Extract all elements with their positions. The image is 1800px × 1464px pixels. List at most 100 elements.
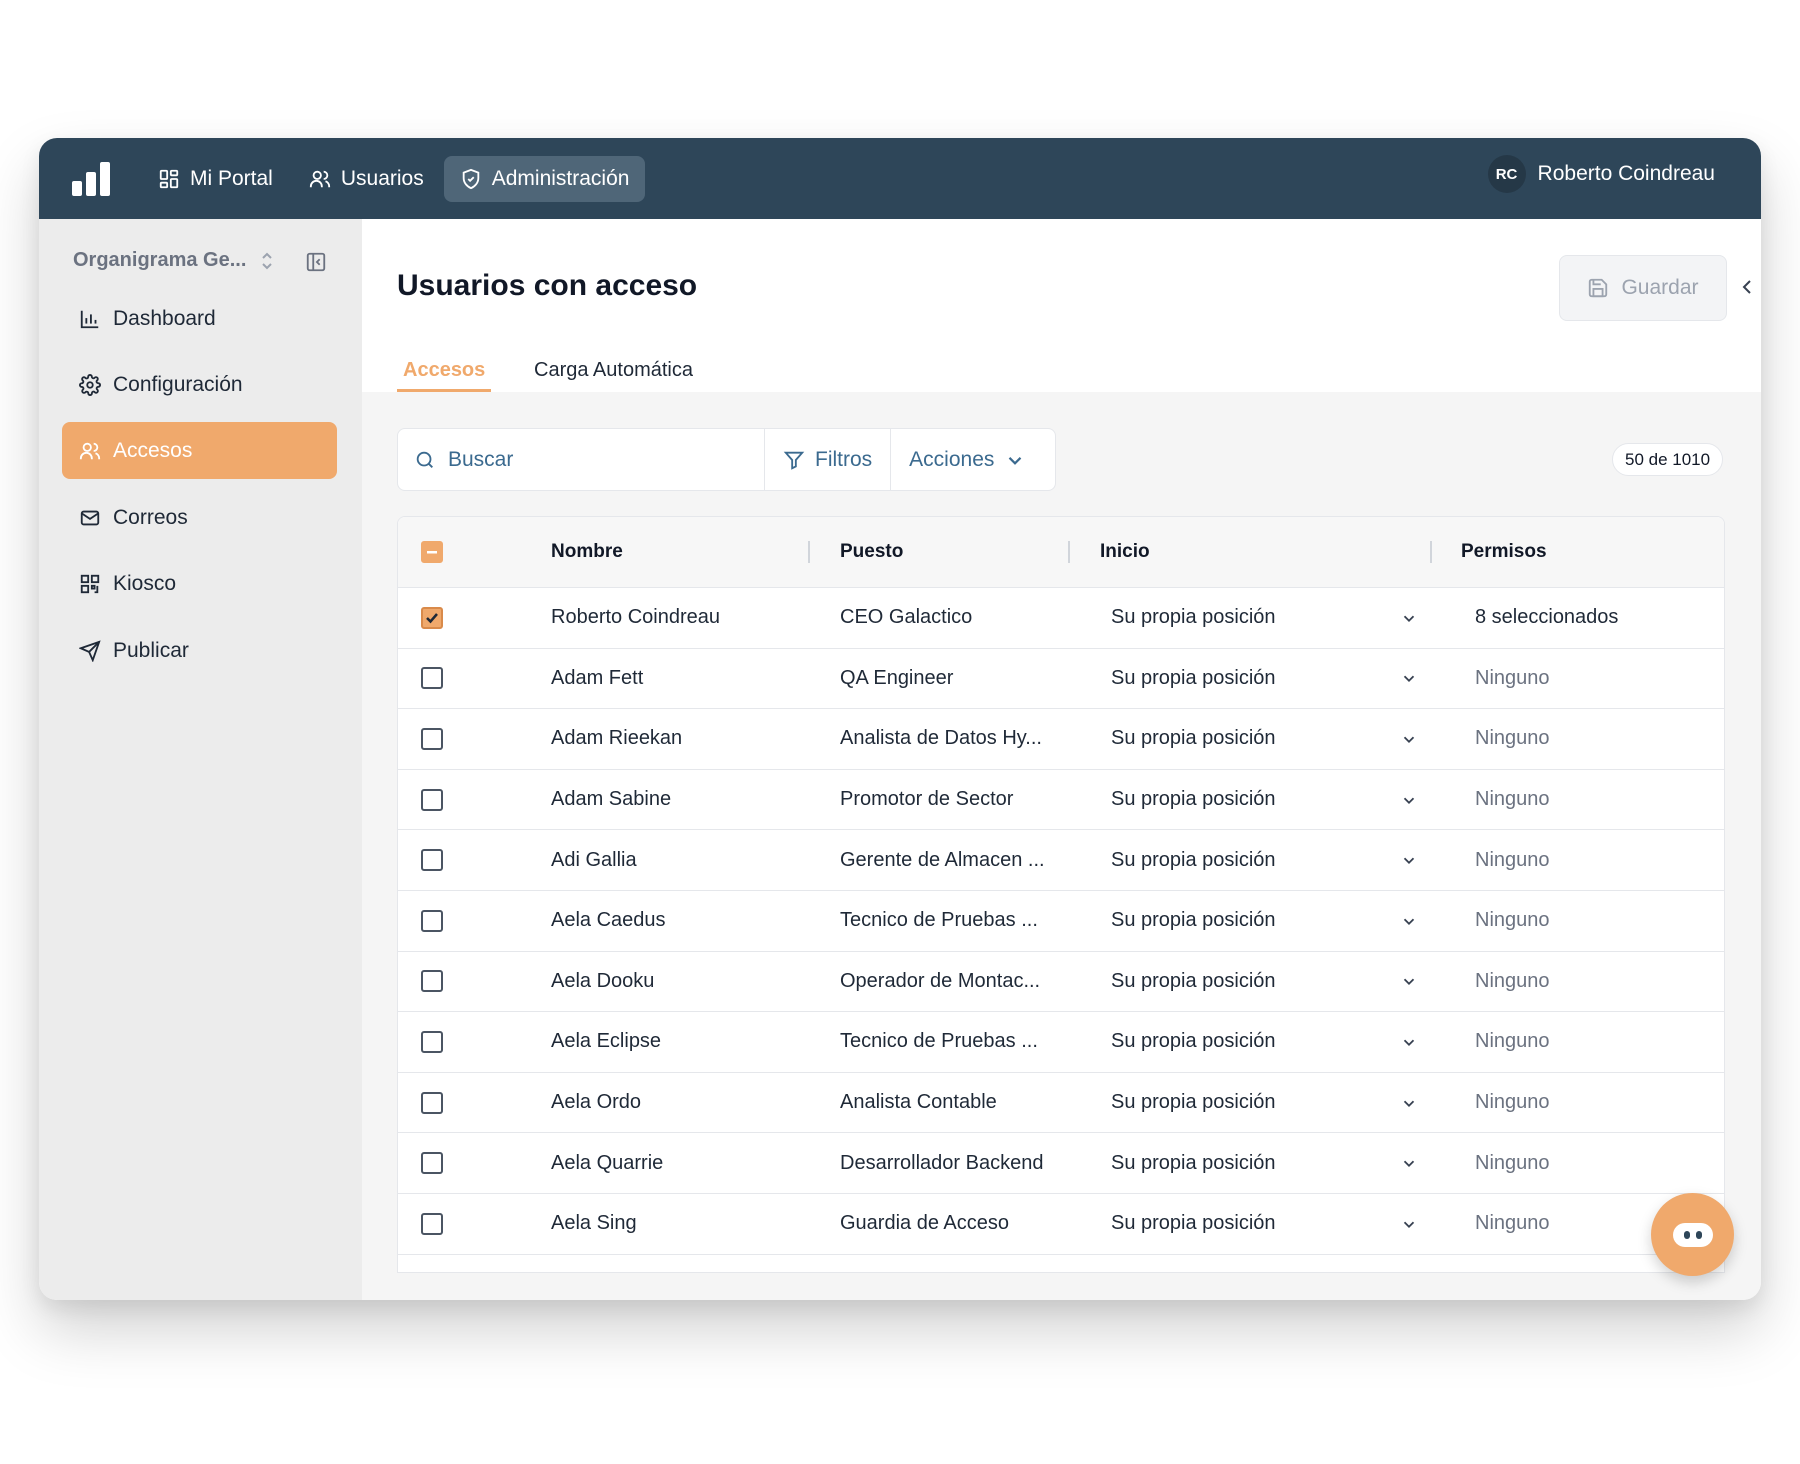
header-inicio[interactable]: Inicio bbox=[1100, 517, 1150, 587]
header-puesto[interactable]: Puesto bbox=[840, 517, 903, 587]
user-menu[interactable]: RC Roberto Coindreau bbox=[1487, 155, 1715, 193]
header-nombre[interactable]: Nombre bbox=[551, 517, 623, 587]
cell-inicio[interactable]: Su propia posición bbox=[1111, 709, 1276, 769]
cell-inicio[interactable]: Su propia posición bbox=[1111, 588, 1276, 648]
cell-permisos[interactable]: Ninguno bbox=[1475, 952, 1550, 1012]
inicio-dropdown-toggle[interactable] bbox=[1400, 1133, 1418, 1193]
row-select-cell bbox=[421, 770, 443, 830]
cell-permisos[interactable]: Ninguno bbox=[1475, 1133, 1550, 1193]
table-row[interactable]: Aela Quarrie Desarrollador Backend Su pr… bbox=[398, 1133, 1724, 1194]
cell-inicio[interactable]: Su propia posición bbox=[1111, 649, 1276, 709]
header-permisos[interactable]: Permisos bbox=[1461, 517, 1547, 587]
cell-inicio[interactable]: Su propia posición bbox=[1111, 1194, 1276, 1254]
row-checkbox[interactable] bbox=[421, 849, 443, 872]
filters-button[interactable]: Filtros bbox=[765, 429, 892, 490]
column-divider[interactable] bbox=[1068, 541, 1070, 563]
table-body: Roberto Coindreau CEO Galactico Su propi… bbox=[398, 588, 1724, 1255]
row-checkbox[interactable] bbox=[421, 788, 443, 811]
row-select-cell bbox=[421, 1012, 443, 1072]
table-row[interactable]: Aela Dooku Operador de Montac... Su prop… bbox=[398, 952, 1724, 1013]
row-checkbox[interactable] bbox=[421, 606, 443, 629]
row-select-cell bbox=[421, 1133, 443, 1193]
cell-nombre: Adam Fett bbox=[551, 666, 644, 689]
filter-icon bbox=[783, 451, 805, 470]
row-checkbox[interactable] bbox=[421, 667, 443, 690]
inicio-dropdown-toggle[interactable] bbox=[1400, 709, 1418, 769]
cell-puesto: Guardia de Acceso bbox=[840, 1212, 1009, 1235]
row-checkbox[interactable] bbox=[421, 1030, 443, 1053]
checkmark-icon bbox=[426, 612, 438, 624]
table-row[interactable]: Aela Sing Guardia de Acceso Su propia po… bbox=[398, 1194, 1724, 1255]
inicio-dropdown-toggle[interactable] bbox=[1400, 770, 1418, 830]
row-checkbox[interactable] bbox=[421, 1091, 443, 1114]
sidebar-item-label: Accesos bbox=[113, 438, 193, 462]
sidebar-item-correos[interactable]: Correos bbox=[62, 489, 337, 546]
cell-permisos[interactable]: Ninguno bbox=[1475, 649, 1550, 709]
table-row[interactable]: Adi Gallia Gerente de Almacen ... Su pro… bbox=[398, 830, 1724, 891]
sidebar-item-accesos[interactable]: Accesos bbox=[62, 422, 337, 479]
row-checkbox[interactable] bbox=[421, 909, 443, 932]
cell-permisos[interactable]: Ninguno bbox=[1475, 1012, 1550, 1072]
gear-icon bbox=[79, 373, 101, 396]
cell-permisos[interactable]: 8 seleccionados bbox=[1475, 588, 1618, 648]
table-row[interactable]: Adam Fett QA Engineer Su propia posición… bbox=[398, 649, 1724, 710]
table-row[interactable]: Roberto Coindreau CEO Galactico Su propi… bbox=[398, 588, 1724, 649]
row-checkbox[interactable] bbox=[421, 727, 443, 750]
cell-inicio[interactable]: Su propia posición bbox=[1111, 1133, 1276, 1193]
cell-inicio[interactable]: Su propia posición bbox=[1111, 952, 1276, 1012]
page-title: Usuarios con acceso bbox=[397, 269, 698, 302]
inicio-dropdown-toggle[interactable] bbox=[1400, 588, 1418, 648]
cell-inicio[interactable]: Su propia posición bbox=[1111, 1012, 1276, 1072]
row-checkbox[interactable] bbox=[421, 1212, 443, 1235]
save-icon bbox=[1589, 278, 1608, 298]
chevron-down-icon bbox=[1403, 615, 1415, 622]
row-checkbox[interactable] bbox=[421, 1152, 443, 1175]
row-checkbox[interactable] bbox=[421, 970, 443, 993]
inicio-dropdown-toggle[interactable] bbox=[1400, 891, 1418, 951]
cell-inicio[interactable]: Su propia posición bbox=[1111, 830, 1276, 890]
tab-accesos[interactable]: Accesos bbox=[397, 359, 492, 392]
cell-permisos[interactable]: Ninguno bbox=[1475, 709, 1550, 769]
cell-permisos[interactable]: Ninguno bbox=[1475, 1194, 1550, 1254]
table-row[interactable]: Aela Caedus Tecnico de Pruebas ... Su pr… bbox=[398, 891, 1724, 952]
sidebar-item-dashboard[interactable]: Dashboard bbox=[62, 290, 337, 347]
sidebar-item-label: Kiosco bbox=[113, 571, 177, 595]
app-logo-icon[interactable] bbox=[72, 161, 110, 196]
chat-assistant-button[interactable] bbox=[1651, 1193, 1734, 1276]
cell-inicio[interactable]: Su propia posición bbox=[1111, 1073, 1276, 1133]
table-row[interactable]: Aela Eclipse Tecnico de Pruebas ... Su p… bbox=[398, 1012, 1724, 1073]
column-divider[interactable] bbox=[1430, 541, 1432, 563]
select-all-checkbox[interactable] bbox=[421, 541, 443, 563]
sidebar-item-configuracion[interactable]: Configuración bbox=[62, 356, 337, 413]
table-row[interactable]: Aela Ordo Analista Contable Su propia po… bbox=[398, 1073, 1724, 1134]
cell-permisos[interactable]: Ninguno bbox=[1475, 830, 1550, 890]
table-row[interactable]: Adam Rieekan Analista de Datos Hy... Su … bbox=[398, 709, 1724, 770]
inicio-dropdown-toggle[interactable] bbox=[1400, 1194, 1418, 1254]
cell-permisos[interactable]: Ninguno bbox=[1475, 770, 1550, 830]
nav-mi-portal[interactable]: Mi Portal bbox=[142, 156, 289, 202]
nav-administracion[interactable]: Administración bbox=[443, 155, 646, 202]
inicio-dropdown-toggle[interactable] bbox=[1400, 1012, 1418, 1072]
inicio-dropdown-toggle[interactable] bbox=[1400, 952, 1418, 1012]
sidebar-collapse-icon[interactable] bbox=[305, 251, 327, 273]
tab-carga-automatica[interactable]: Carga Automática bbox=[534, 359, 693, 392]
sidebar-item-publicar[interactable]: Publicar bbox=[62, 622, 337, 679]
nav-usuarios[interactable]: Usuarios bbox=[293, 156, 440, 202]
search-input[interactable] bbox=[448, 447, 728, 472]
search-box bbox=[398, 429, 765, 490]
cell-inicio[interactable]: Su propia posición bbox=[1111, 770, 1276, 830]
cell-inicio[interactable]: Su propia posición bbox=[1111, 891, 1276, 951]
save-button[interactable]: Guardar bbox=[1559, 255, 1727, 321]
cell-permisos[interactable]: Ninguno bbox=[1475, 891, 1550, 951]
inicio-dropdown-toggle[interactable] bbox=[1400, 830, 1418, 890]
org-selector[interactable]: Organigrama Ge... bbox=[73, 249, 333, 272]
inicio-dropdown-toggle[interactable] bbox=[1400, 649, 1418, 709]
actions-dropdown[interactable]: Acciones bbox=[891, 429, 1044, 490]
cell-permisos[interactable]: Ninguno bbox=[1475, 1073, 1550, 1133]
inicio-dropdown-toggle[interactable] bbox=[1400, 1073, 1418, 1133]
sidebar-item-kiosco[interactable]: Kiosco bbox=[62, 555, 337, 612]
users-table: Nombre Puesto Inicio Permisos Roberto Co… bbox=[397, 516, 1725, 1273]
chevron-left-icon[interactable] bbox=[1738, 277, 1758, 297]
table-row[interactable]: Adam Sabine Promotor de Sector Su propia… bbox=[398, 770, 1724, 831]
column-divider[interactable] bbox=[808, 541, 810, 563]
